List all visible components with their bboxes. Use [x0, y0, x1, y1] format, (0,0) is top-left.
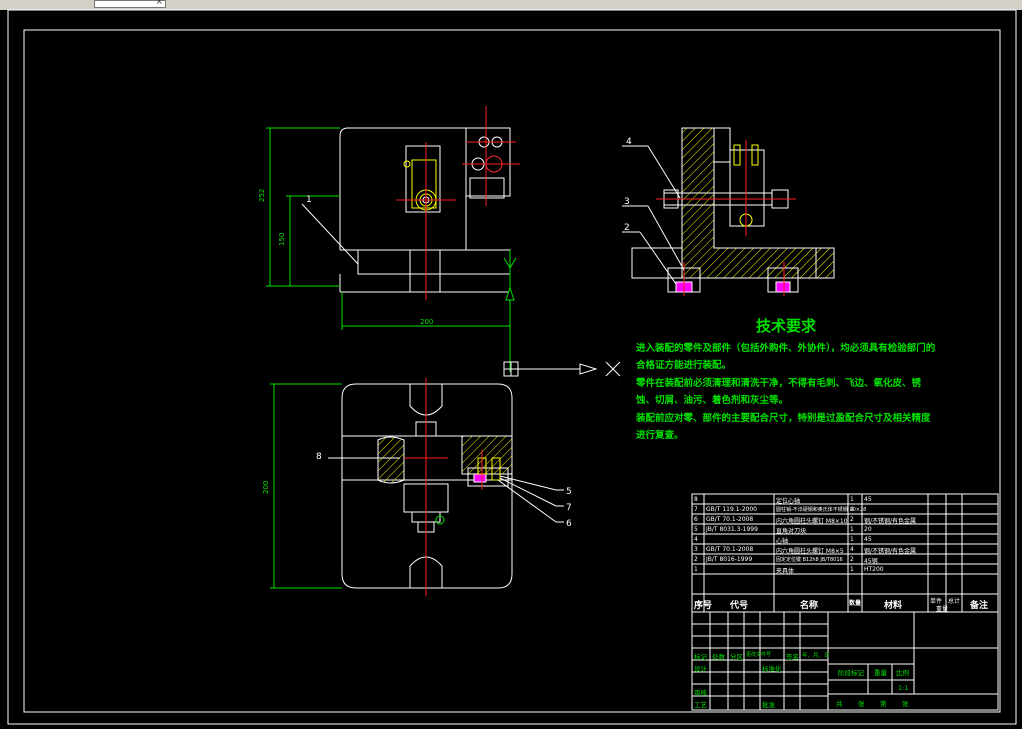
bom-row-name: 内六角圆柱头螺钉 M8×5	[776, 548, 844, 555]
part-label-7: 7	[566, 503, 572, 513]
bom-row-name: 内六角圆柱头螺钉 M8×10	[776, 518, 848, 525]
part-label-6: 6	[566, 519, 572, 529]
tb-approve: 批准	[762, 701, 775, 709]
title-block-grid	[691, 611, 999, 711]
dim-height-total: 252	[258, 189, 266, 202]
bom-header-weight: 重量	[936, 606, 949, 613]
bom-row-material: 20	[864, 526, 872, 533]
tb-stage: 阶段标记	[838, 669, 864, 677]
bom-row-no: 6	[694, 516, 698, 523]
bom-row-qty: 2	[850, 556, 854, 563]
bom-row-material: 钢/不锈钢/有色金属	[864, 548, 917, 555]
side-section-view	[631, 127, 835, 293]
tb-sheet-no: 第	[880, 700, 887, 708]
top-dimensions	[270, 383, 342, 589]
bom-row-code: JB/T 8031.3-1999	[706, 526, 758, 533]
tb-sheet-unit-1: 张	[858, 700, 865, 708]
bom-row-material: 45	[864, 536, 872, 543]
bom-header-total: 总计	[948, 598, 961, 605]
part-label-5: 5	[566, 487, 572, 497]
tb-rev-doc: 更改文件号	[746, 652, 772, 658]
bom-header-name: 名称	[800, 601, 819, 611]
tb-rev-zone: 分区	[730, 653, 743, 661]
leader-1	[301, 203, 359, 265]
bom-row-material: 45	[864, 496, 872, 503]
part-label-8: 8	[316, 452, 322, 462]
tb-role-process: 工艺	[694, 701, 707, 709]
bom-row-no: 3	[694, 546, 698, 553]
bom-row-name: 直角对刀块	[776, 528, 807, 535]
tb-weight: 重量	[874, 669, 887, 677]
tb-sheet-unit-2: 张	[902, 700, 909, 708]
bom-row-no: 7	[694, 506, 698, 513]
front-view	[339, 127, 511, 293]
tb-scale-label: 比例	[896, 669, 909, 677]
tech-req-line-3: 装配前应对零、部件的主要配合尺寸，特别是过盈配合尺寸及相关精度进行复查。	[636, 412, 931, 442]
bom-row-no: 8	[694, 496, 698, 503]
bom-header-code: 代号	[730, 601, 749, 611]
tech-req-line-1: 进入装配的零件及部件（包括外购件、外协件），均必须具有检验部门的合格证方能进行装…	[636, 342, 936, 372]
part-label-4: 4	[626, 137, 632, 147]
bom-row-qty: 1	[850, 526, 854, 533]
side-leaders	[622, 145, 685, 285]
bom-row-qty: 4	[850, 546, 854, 553]
dim-plan-height: 200	[262, 481, 270, 494]
bom-header-material: 材料	[884, 601, 903, 611]
bom-row-qty: 4	[850, 506, 854, 513]
bom-header-qty: 数量	[849, 600, 862, 607]
bom-row-qty: 1	[850, 536, 854, 543]
top-view	[341, 383, 513, 589]
bom-row-name: 定位心轴	[776, 498, 801, 505]
tb-scale: 1:1	[898, 684, 909, 692]
bom-row-material: 45钢	[864, 558, 878, 565]
bom-row-qty: 2	[850, 516, 854, 523]
tb-role-design: 设计	[694, 665, 707, 673]
bom-row-material: 钢/不锈钢/有色金属	[864, 518, 917, 525]
tb-standardize: 标准化	[762, 665, 782, 673]
part-label-1: 1	[306, 195, 312, 205]
tb-rev-mark: 标记	[694, 653, 707, 661]
part-label-2: 2	[624, 223, 630, 233]
bom-row-name: 夹具体	[776, 568, 795, 575]
tb-role-review: 审核	[694, 689, 707, 697]
tb-rev-count: 处数	[712, 653, 725, 661]
bom-header-no: 序号	[694, 601, 713, 611]
dim-height-partial: 150	[278, 233, 286, 246]
bom-row-qty: 1	[850, 496, 854, 503]
tech-req-title: 技术要求	[755, 317, 816, 335]
tb-rev-sign: 签名	[786, 653, 799, 661]
front-centerlines	[396, 106, 520, 300]
bom-row-code: GB/T 119.1-2000	[706, 506, 757, 513]
part-label-3: 3	[624, 197, 630, 207]
bom-row-code: JB/T 8016-1999	[706, 556, 753, 563]
bom-header-remark: 备注	[970, 601, 989, 611]
bom-row-material: HT200	[864, 566, 884, 573]
tb-sheet-total: 共	[836, 700, 843, 708]
bom-row-no: 4	[694, 536, 698, 543]
dim-width: 200	[420, 318, 433, 326]
bom-row-no: 2	[694, 556, 698, 563]
bom-row-no: 1	[694, 566, 698, 573]
view-direction-symbol	[503, 361, 621, 377]
tech-req-line-2: 零件在装配前必须清理和清洗干净，不得有毛刺、飞边、氧化皮、锈蚀、切屑、油污、着色…	[636, 377, 922, 407]
tb-rev-date: 年、月、日	[802, 653, 830, 659]
technical-requirements: 技术要求 进入装配的零件及部件（包括外购件、外协件），均必须具有检验部门的合格证…	[636, 317, 936, 445]
bom-row-code: GB/T 70.1-2008	[706, 516, 754, 523]
bom-row-name: 固定定位键 B12h8 JB/T8016	[776, 557, 843, 563]
bom-row-qty: 1	[850, 566, 854, 573]
bom-row-code: GB/T 70.1-2008	[706, 546, 754, 553]
bom-row-name: 心轴	[776, 538, 789, 545]
bom-row-no: 5	[694, 526, 698, 533]
